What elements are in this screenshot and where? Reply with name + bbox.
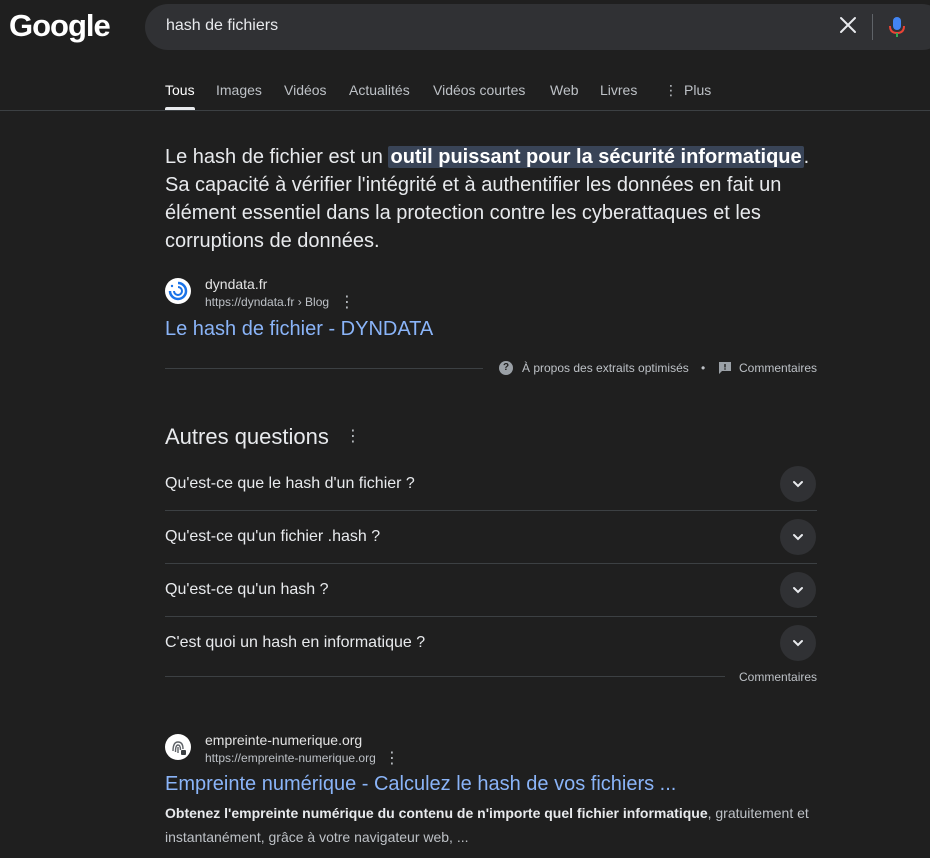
empreinte-favicon [165,734,191,760]
search-input[interactable]: hash de fichiers [166,17,278,35]
chevron-down-icon [793,640,803,647]
tab-videos-courtes[interactable]: Vidéos courtes [433,82,525,98]
tab-plus-label: Plus [684,82,712,98]
dyndata-favicon [165,278,191,304]
paa-question-3[interactable]: Qu'est-ce qu'un hash ? [165,581,329,599]
meta-separator: • [701,361,706,375]
paa-title: Autres questions [165,424,329,449]
tab-actualites[interactable]: Actualités [349,82,410,98]
tabs-divider [0,110,930,111]
paa-expand-button-4[interactable] [780,625,816,661]
result-description-bold: Obtenez l'empreinte numérique du contenu… [165,805,708,821]
tab-images[interactable]: Images [216,82,262,98]
help-icon: ? [499,361,513,375]
dyndata-logo-icon [168,281,188,301]
tab-videos[interactable]: Vidéos [284,82,327,98]
result-description: Obtenez l'empreinte numérique du contenu… [165,801,825,849]
search-divider [872,14,873,40]
feedback-icon [718,361,732,375]
tab-livres[interactable]: Livres [600,82,637,98]
chevron-down-icon [793,481,803,488]
paa-divider [165,563,817,564]
tab-web[interactable]: Web [550,82,579,98]
snippet-footer-divider [165,368,483,369]
tab-plus[interactable]: ⋮ Plus [664,82,711,99]
paa-divider [165,510,817,511]
paa-expand-button-2[interactable] [780,519,816,555]
chevron-down-icon [793,587,803,594]
paa-question-2[interactable]: Qu'est-ce qu'un fichier .hash ? [165,528,380,546]
snippet-highlight: outil puissant pour la sécurité informat… [388,146,804,168]
result-link[interactable]: Empreinte numérique - Calculez le hash d… [165,773,676,796]
snippet-feedback-link[interactable]: Commentaires [739,361,817,375]
paa-feedback-link[interactable]: Commentaires [739,670,817,684]
snippet-result-link[interactable]: Le hash de fichier - DYNDATA [165,318,433,341]
paa-expand-button-3[interactable] [780,572,816,608]
google-logo[interactable]: Google [9,8,111,44]
snippet-site-name[interactable]: dyndata.fr [205,276,267,292]
tab-tous[interactable]: Tous [165,82,195,98]
snippet-text-before: Le hash de fichier est un [165,146,389,168]
fingerprint-icon [172,741,186,755]
paa-question-1[interactable]: Qu'est-ce que le hash d'un fichier ? [165,475,415,493]
voice-search-button[interactable] [886,15,908,39]
close-icon [840,17,856,33]
snippet-more-options-icon[interactable]: ⋮ [339,294,355,312]
featured-snippet-text: Le hash de fichier est un outil puissant… [165,143,815,255]
paa-divider [165,616,817,617]
result-more-options-icon[interactable]: ⋮ [384,750,400,768]
chevron-down-icon [793,534,803,541]
paa-question-4[interactable]: C'est quoi un hash en informatique ? [165,634,425,652]
result-site-name[interactable]: empreinte-numerique.org [205,732,362,748]
more-vert-icon: ⋮ [664,82,678,98]
microphone-icon [889,17,905,37]
result-site-url[interactable]: https://empreinte-numerique.org [205,751,376,765]
snippet-site-url[interactable]: https://dyndata.fr › Blog [205,295,329,309]
clear-search-button[interactable] [836,13,860,37]
paa-more-options-icon[interactable]: ⋮ [345,428,361,446]
paa-expand-button-1[interactable] [780,466,816,502]
about-snippets-link[interactable]: À propos des extraits optimisés [522,361,689,375]
paa-footer-divider [165,676,725,677]
